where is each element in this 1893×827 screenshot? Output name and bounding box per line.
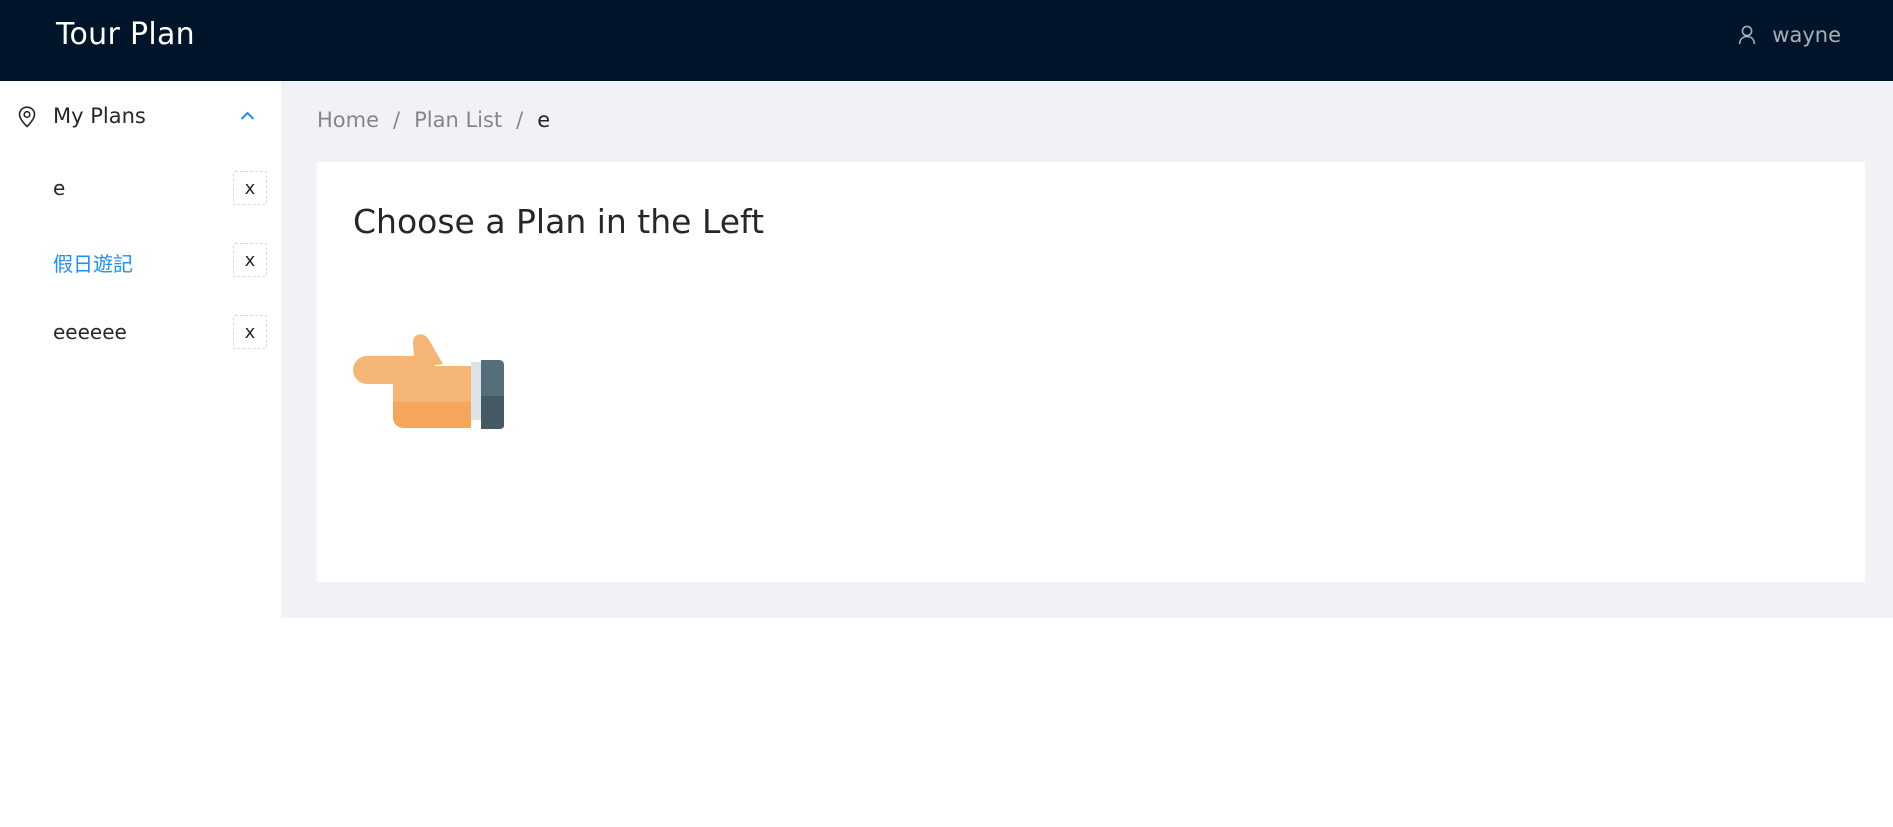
breadcrumb: Home / Plan List / e xyxy=(317,108,550,132)
sidebar: My Plans e x 假日遊記 x eeeeee x xyxy=(0,81,281,618)
app-title: Tour Plan xyxy=(56,17,195,52)
submenu-label: My Plans xyxy=(53,104,146,128)
pointing-hand-left-icon xyxy=(353,334,504,429)
sidebar-item-plan-holiday[interactable]: 假日遊記 x xyxy=(0,234,281,290)
sidebar-item-label: e xyxy=(53,176,66,200)
breadcrumb-separator: / xyxy=(516,108,524,132)
submenu-my-plans[interactable]: My Plans xyxy=(0,81,281,153)
breadcrumb-separator: / xyxy=(393,108,401,132)
user-icon xyxy=(1739,25,1756,44)
delete-plan-button[interactable]: x xyxy=(233,315,267,349)
breadcrumb-home[interactable]: Home xyxy=(317,108,379,132)
sidebar-item-label: 假日遊記 xyxy=(53,252,133,276)
delete-plan-button[interactable]: x xyxy=(233,243,267,277)
chevron-up-icon[interactable] xyxy=(240,111,255,121)
sidebar-item-plan-e[interactable]: e x xyxy=(0,162,281,218)
location-pin-icon xyxy=(18,106,36,128)
user-menu[interactable]: wayne xyxy=(1738,23,1841,47)
breadcrumb-plan-list[interactable]: Plan List xyxy=(414,108,502,132)
content-area: Home / Plan List / e Choose a Plan in th… xyxy=(281,81,1893,618)
top-header: Tour Plan wayne xyxy=(0,0,1893,81)
sidebar-item-plan-eeeeee[interactable]: eeeeee x xyxy=(0,306,281,362)
main-card: Choose a Plan in the Left xyxy=(317,162,1865,582)
delete-plan-button[interactable]: x xyxy=(233,171,267,205)
breadcrumb-current: e xyxy=(537,108,551,132)
sidebar-item-label: eeeeee xyxy=(53,320,127,344)
user-name: wayne xyxy=(1772,22,1841,47)
page-heading: Choose a Plan in the Left xyxy=(353,202,765,241)
